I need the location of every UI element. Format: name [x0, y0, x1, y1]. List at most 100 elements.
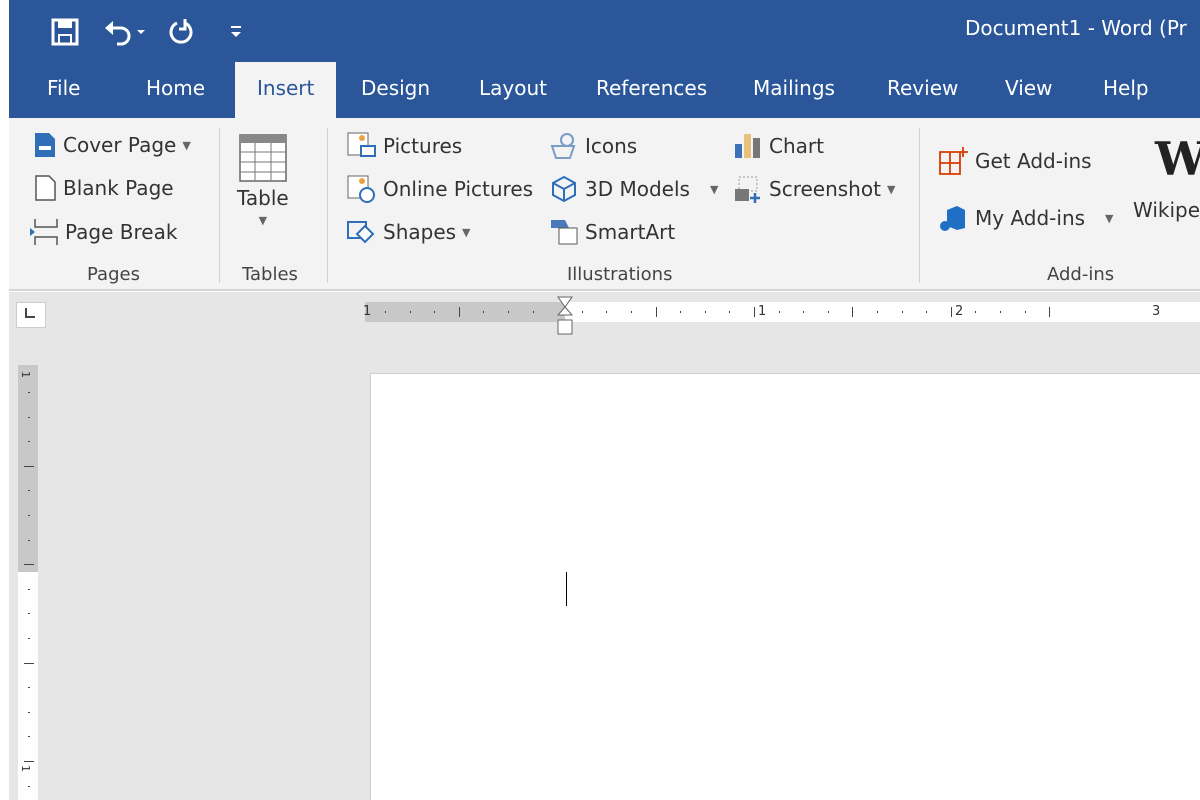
ruler-tick [24, 564, 34, 566]
ruler-tick [1000, 311, 1001, 313]
redo-icon[interactable] [167, 17, 195, 47]
undo-icon[interactable] [103, 18, 147, 46]
page-break-button[interactable]: Page Break [29, 218, 177, 246]
tab-design[interactable]: Design [361, 76, 430, 100]
group-label-tables: Tables [242, 264, 298, 285]
smartart-label: SmartArt [585, 220, 676, 244]
chart-button[interactable]: Chart [733, 132, 824, 160]
blank-page-icon [35, 175, 56, 201]
group-label-add-ins: Add-ins [1047, 264, 1115, 285]
3d-models-icon [552, 175, 576, 203]
chart-icon [735, 134, 760, 158]
tab-selector-button[interactable] [16, 302, 46, 328]
save-icon[interactable] [51, 18, 79, 46]
3d-models-button[interactable]: 3D Models ▼ [549, 175, 718, 203]
ruler-tick [877, 311, 878, 313]
ruler-tick [631, 311, 632, 313]
ruler-tick [24, 662, 34, 664]
icons-button[interactable]: Icons [549, 132, 637, 160]
chevron-down-icon: ▼ [886, 182, 896, 196]
ruler-tick [901, 311, 903, 313]
tab-review[interactable]: Review [887, 76, 958, 100]
ruler-tick [827, 311, 829, 313]
online-pictures-icon [347, 175, 375, 203]
get-add-ins-icon [939, 147, 968, 175]
online-pictures-button[interactable]: Online Pictures [347, 175, 533, 203]
ruler-tick [28, 588, 30, 590]
my-add-ins-button[interactable]: My Add-ins ▼ [939, 204, 1114, 232]
screenshot-button[interactable]: Screenshot ▼ [733, 175, 895, 203]
pictures-icon [347, 132, 376, 157]
ruler-tick [28, 711, 30, 713]
my-add-ins-label: My Add-ins [975, 206, 1086, 230]
customize-icon[interactable] [229, 24, 243, 40]
title-bar: Document1 - Word (Pr [9, 0, 1200, 62]
3d-models-label: 3D Models [585, 177, 690, 201]
tab-insert[interactable]: Insert [235, 62, 337, 119]
blank-page-label: Blank Page [63, 176, 174, 200]
left-tab-icon [25, 308, 35, 318]
ruler-tick [28, 392, 30, 393]
smartart-button[interactable]: SmartArt [549, 218, 675, 246]
wikipedia-logo: W [1155, 132, 1200, 186]
smartart-icon [551, 220, 578, 245]
text-cursor [566, 572, 567, 606]
cover-page-label: Cover Page [63, 133, 177, 157]
ruler-tick [852, 307, 854, 317]
ruler-tick [1024, 311, 1026, 313]
online-pictures-label: Online Pictures [383, 177, 534, 201]
ruler-tick [28, 515, 30, 516]
ruler-tick [803, 311, 805, 313]
cover-page-button[interactable]: Cover Page ▼ [33, 132, 191, 158]
tab-view[interactable]: View [1005, 76, 1052, 100]
table-button[interactable]: Table ▼ [237, 134, 289, 227]
shapes-label: Shapes [383, 220, 457, 244]
ruler-tick [532, 311, 534, 313]
pictures-label: Pictures [383, 134, 463, 158]
tab-mailings[interactable]: Mailings [753, 76, 835, 100]
ruler-tick [950, 307, 952, 317]
ruler-tick [655, 307, 657, 317]
screenshot-label: Screenshot [769, 177, 881, 201]
wikipedia-button[interactable]: Wikipe [1133, 198, 1200, 222]
ruler-label: 1 [19, 765, 32, 772]
ruler-tick [28, 490, 30, 492]
chevron-down-icon: ▼ [462, 225, 471, 239]
ruler-tick [28, 416, 30, 418]
tab-home[interactable]: Home [146, 76, 205, 100]
ruler-tick [28, 785, 30, 787]
get-add-ins-label: Get Add-ins [975, 149, 1092, 173]
vertical-ruler-margin [18, 365, 38, 572]
page-break-icon [30, 219, 58, 245]
ribbon: Cover Page ▼ Blank Page Page Break Pages … [9, 118, 1200, 291]
cover-page-icon [35, 133, 55, 157]
ruler-tick [508, 311, 509, 313]
chart-label: Chart [769, 134, 824, 158]
ruler-tick [458, 307, 460, 317]
document-page[interactable] [370, 373, 1200, 800]
blank-page-button[interactable]: Blank Page [33, 175, 174, 201]
ruler-tick [581, 311, 583, 313]
icons-icon [550, 133, 576, 159]
group-divider [219, 128, 220, 283]
ruler-label: 2 [955, 304, 964, 319]
ruler-tick [680, 311, 682, 313]
screenshot-icon [735, 176, 760, 203]
tab-references[interactable]: References [596, 76, 707, 100]
ruler-tick [483, 311, 485, 313]
tab-file[interactable]: File [47, 76, 80, 100]
indent-marker-handle[interactable] [556, 296, 576, 338]
tab-help[interactable]: Help [1103, 76, 1149, 100]
shapes-button[interactable]: Shapes ▼ [347, 218, 471, 246]
ruler-tick [28, 638, 30, 639]
ruler-tick [28, 687, 30, 689]
get-add-ins-button[interactable]: Get Add-ins [939, 146, 1092, 176]
group-divider [919, 128, 920, 283]
ruler-label: 1 [19, 371, 32, 378]
group-label-illustrations: Illustrations [567, 264, 673, 285]
ruler-tick [606, 311, 608, 313]
ruler-tick [926, 311, 928, 313]
chevron-down-icon: ▼ [1105, 211, 1114, 225]
tab-layout[interactable]: Layout [479, 76, 547, 100]
pictures-button[interactable]: Pictures [347, 132, 462, 160]
